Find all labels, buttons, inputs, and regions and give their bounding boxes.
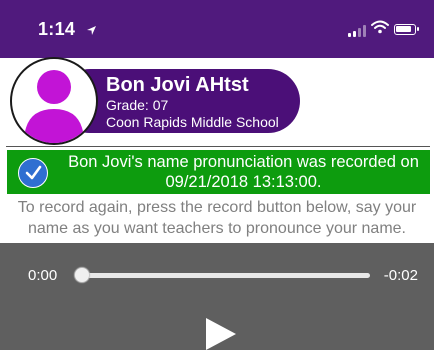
audio-player: 0:00 -0:02 [0, 243, 434, 350]
avatar [10, 57, 98, 145]
student-name: Bon Jovi AHtst [106, 74, 249, 96]
checkmark-icon [18, 158, 48, 188]
instructions-text: To record again, press the record button… [17, 199, 417, 237]
cellular-signal-icon [348, 23, 366, 37]
battery-icon [394, 24, 419, 35]
location-arrow-icon [86, 23, 97, 41]
status-icons [348, 20, 419, 39]
status-bar: 1:14 [0, 0, 434, 58]
play-button[interactable] [203, 314, 239, 350]
person-silhouette-icon [24, 70, 84, 143]
status-time: 1:14 [38, 19, 76, 39]
recorded-status-banner: Bon Jovi's name pronunciation was record… [7, 150, 430, 194]
student-school: Coon Rapids Middle School [106, 114, 279, 130]
wifi-icon [371, 20, 389, 39]
divider [6, 146, 430, 147]
banner-message: Bon Jovi's name pronunciation was record… [68, 153, 419, 191]
current-time: 0:00 [28, 267, 58, 284]
scrubber-track[interactable] [78, 273, 370, 278]
student-grade: Grade: 07 [106, 97, 169, 113]
remaining-time: -0:02 [383, 267, 418, 284]
play-icon [206, 318, 236, 350]
scrubber-thumb[interactable] [75, 268, 89, 282]
